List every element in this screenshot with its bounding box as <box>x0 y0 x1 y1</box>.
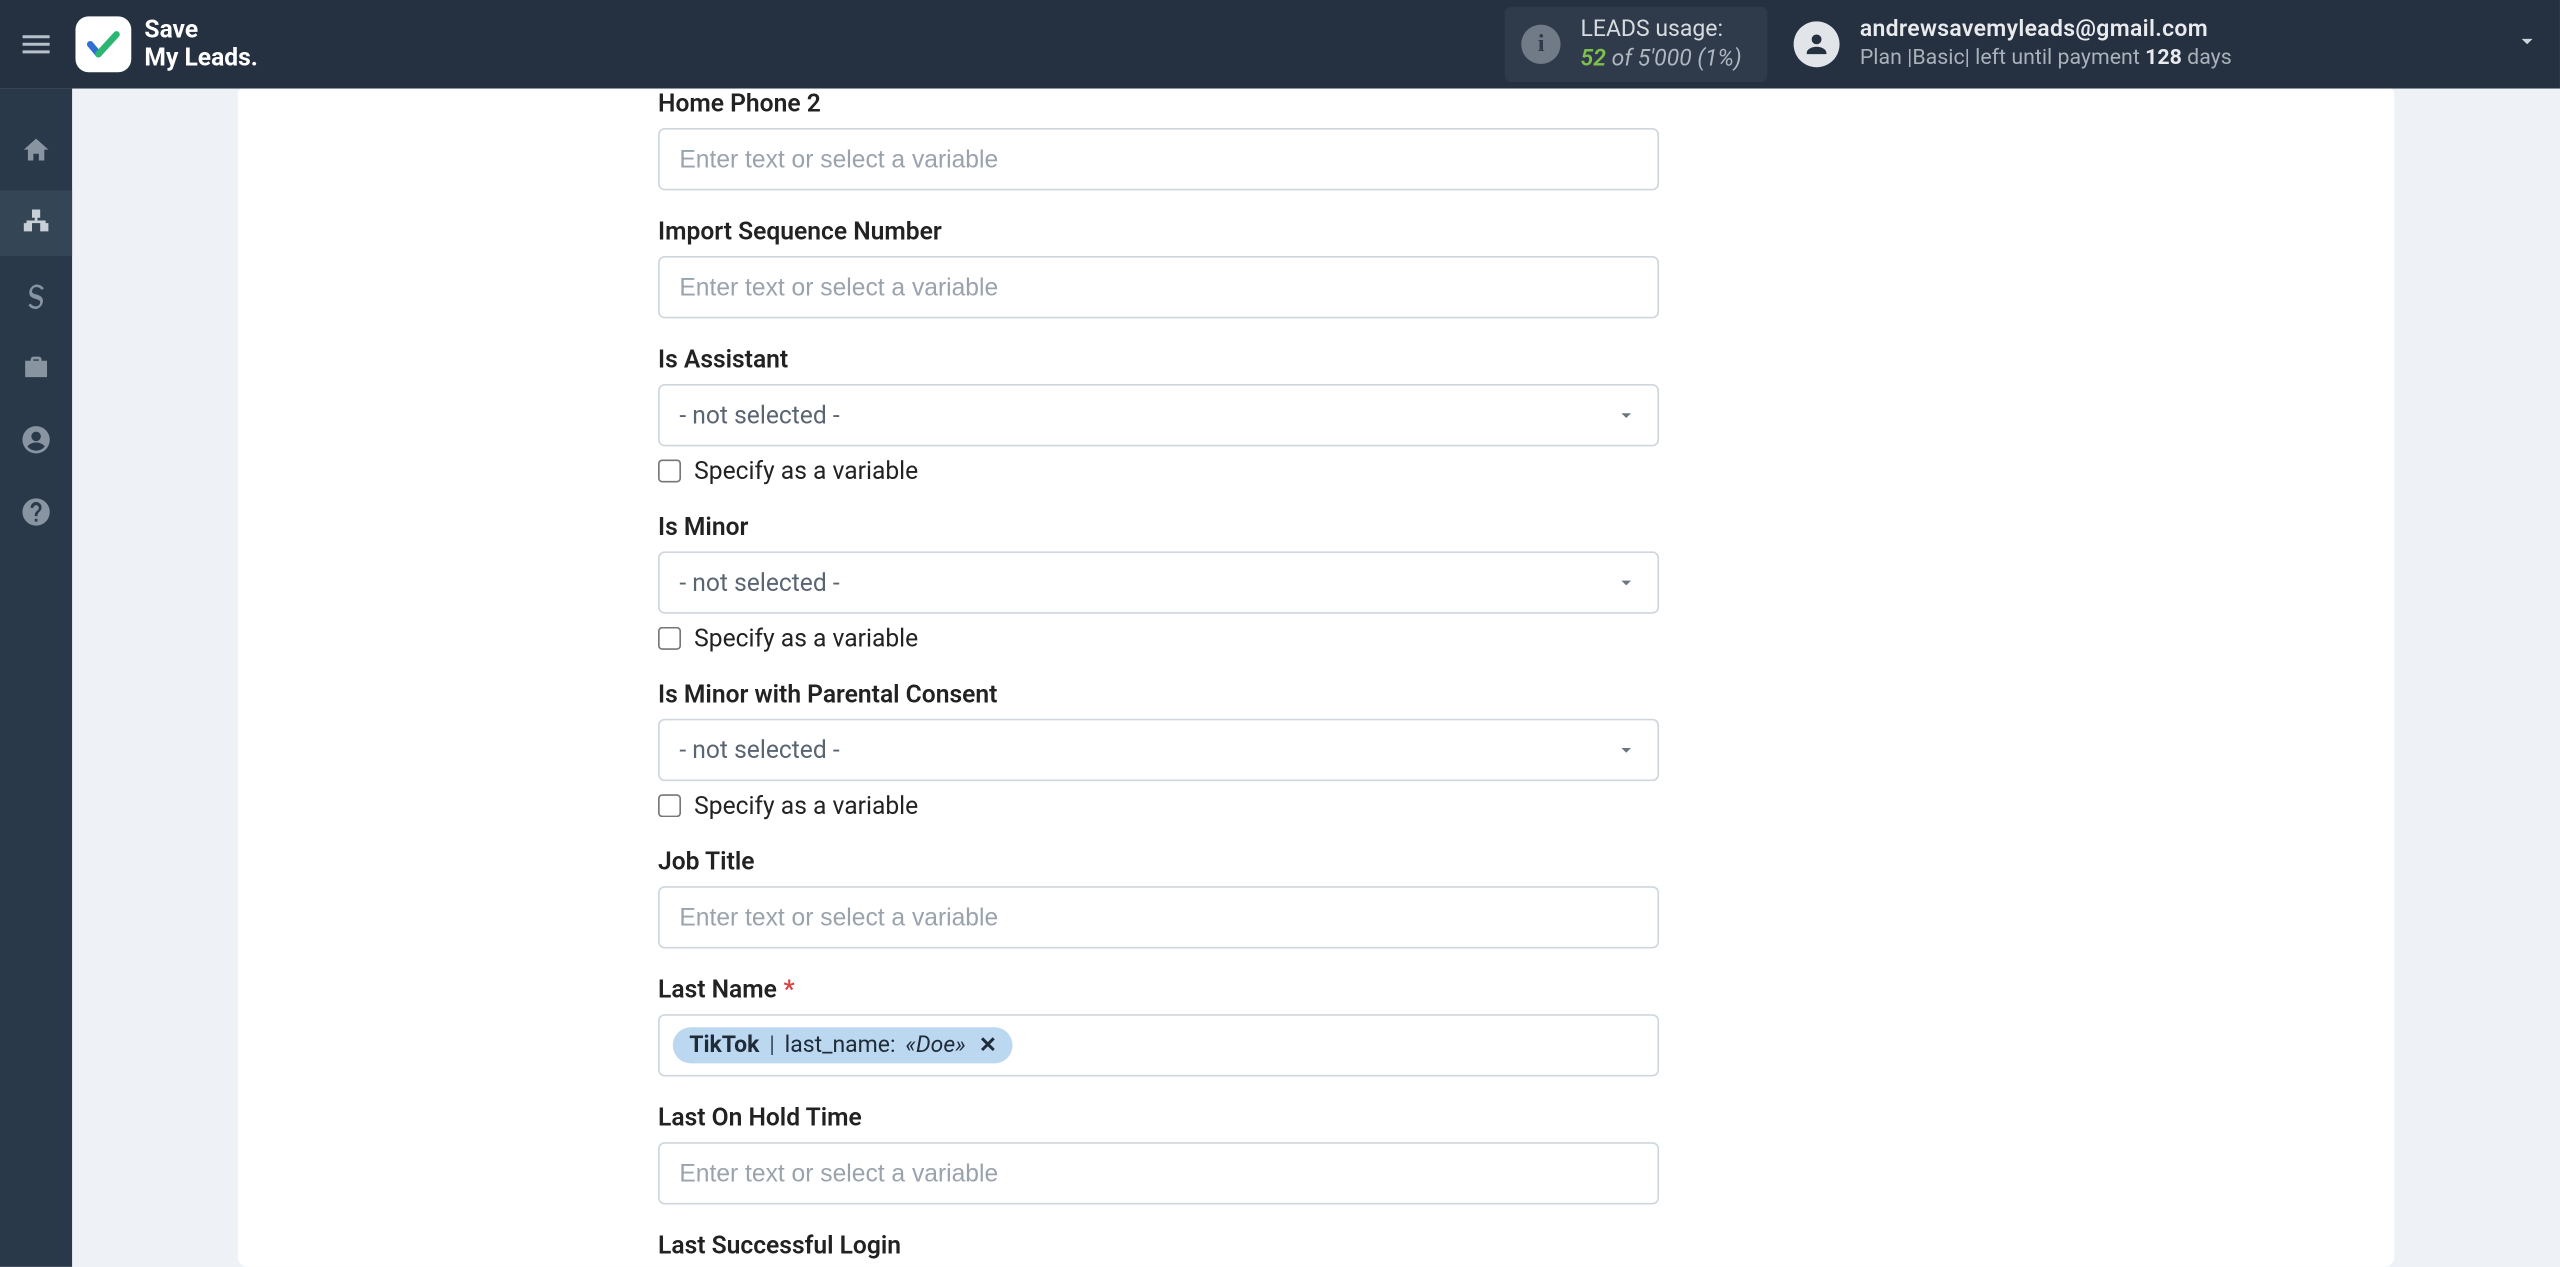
sidebar-item-help[interactable] <box>0 479 72 545</box>
input-last-on-hold[interactable] <box>658 1142 1659 1204</box>
user-menu[interactable]: andrewsavemyleads@gmail.com Plan |Basic|… <box>1794 16 2540 74</box>
checkbox-row-is-minor-consent-var[interactable]: Specify as a variable <box>658 791 1659 821</box>
variable-pill-sep: | <box>769 1032 775 1058</box>
checkbox-row-is-minor-var[interactable]: Specify as a variable <box>658 624 1659 654</box>
sidebar-item-connections[interactable] <box>0 190 72 256</box>
label-is-minor: Is Minor <box>658 512 1659 542</box>
checkbox-is-assistant-var[interactable] <box>658 459 681 482</box>
menu-toggle-button[interactable] <box>0 0 72 89</box>
label-is-assistant: Is Assistant <box>658 345 1659 375</box>
label-last-on-hold: Last On Hold Time <box>658 1103 1659 1133</box>
checkbox-is-assistant-var-label: Specify as a variable <box>694 456 918 486</box>
checkmark-icon <box>84 25 123 64</box>
variable-pill-last-name[interactable]: TikTok | last_name: «Doe» ✕ <box>673 1027 1013 1063</box>
sidebar-item-account[interactable] <box>0 407 72 473</box>
content-area: Home Phone 2 Import Sequence Number Is A… <box>72 89 2560 1267</box>
input-last-name[interactable]: TikTok | last_name: «Doe» ✕ <box>658 1014 1659 1076</box>
user-text: andrewsavemyleads@gmail.com Plan |Basic|… <box>1860 16 2232 74</box>
sidebar <box>0 89 72 1267</box>
leads-of-word: of <box>1612 46 1638 72</box>
leads-usage-box[interactable]: i LEADS usage: 52 of 5'000 (1%) <box>1505 6 1768 82</box>
sidebar-item-briefcase[interactable] <box>0 335 72 401</box>
home-icon <box>20 135 53 168</box>
leads-usage-text: LEADS usage: 52 of 5'000 (1%) <box>1581 14 1742 74</box>
field-is-assistant: Is Assistant - not selected - Specify as… <box>658 345 1659 486</box>
label-last-name: Last Name* <box>658 975 1659 1005</box>
select-is-assistant-value: - not selected - <box>679 400 839 430</box>
leads-usage-label: LEADS usage: <box>1581 14 1742 44</box>
variable-pill-source: TikTok <box>689 1032 759 1058</box>
label-is-minor-consent: Is Minor with Parental Consent <box>658 679 1659 709</box>
field-home-phone-2: Home Phone 2 <box>658 89 1659 191</box>
input-home-phone-2[interactable] <box>658 128 1659 190</box>
app-header: Save My Leads. i LEADS usage: 52 of 5'00… <box>0 0 2560 89</box>
variable-pill-key: last_name: <box>785 1032 896 1058</box>
user-menu-chevron[interactable] <box>2514 28 2540 61</box>
question-icon <box>20 496 53 529</box>
required-asterisk: * <box>783 975 794 1005</box>
checkbox-is-minor-var[interactable] <box>658 627 681 650</box>
user-circle-icon <box>20 423 53 456</box>
leads-pct: (1%) <box>1697 46 1741 72</box>
input-import-seq[interactable] <box>658 256 1659 318</box>
chevron-down-icon <box>1615 571 1638 594</box>
briefcase-icon <box>20 351 53 384</box>
chevron-down-icon <box>2514 28 2540 54</box>
field-job-title: Job Title <box>658 847 1659 949</box>
field-last-login: Last Successful Login <box>658 1231 1659 1261</box>
leads-used-value: 52 <box>1581 46 1606 72</box>
checkbox-row-is-assistant-var[interactable]: Specify as a variable <box>658 456 1659 486</box>
variable-pill-example: «Doe» <box>905 1032 965 1058</box>
select-is-minor-consent[interactable]: - not selected - <box>658 719 1659 781</box>
field-is-minor: Is Minor - not selected - Specify as a v… <box>658 512 1659 653</box>
hamburger-icon <box>18 26 54 62</box>
form-column: Home Phone 2 Import Sequence Number Is A… <box>658 89 1659 1261</box>
user-icon <box>1802 30 1832 60</box>
logo[interactable]: Save My Leads. <box>75 16 257 73</box>
avatar <box>1794 21 1840 67</box>
leads-total-value: 5'000 <box>1638 46 1692 72</box>
user-plan: Plan |Basic| left until payment 128 days <box>1860 45 2232 73</box>
label-home-phone-2: Home Phone 2 <box>658 89 1659 119</box>
leads-usage-values: 52 of 5'000 (1%) <box>1581 44 1742 74</box>
info-icon: i <box>1521 25 1560 64</box>
label-import-seq: Import Sequence Number <box>658 217 1659 247</box>
select-is-minor-consent-value: - not selected - <box>679 735 839 765</box>
chevron-down-icon <box>1615 738 1638 761</box>
sidebar-item-billing[interactable] <box>0 263 72 329</box>
select-is-assistant[interactable]: - not selected - <box>658 384 1659 446</box>
app-body: Home Phone 2 Import Sequence Number Is A… <box>0 89 2560 1267</box>
select-is-minor[interactable]: - not selected - <box>658 551 1659 613</box>
chevron-down-icon <box>1615 404 1638 427</box>
label-job-title: Job Title <box>658 847 1659 877</box>
sitemap-icon <box>20 207 53 240</box>
checkbox-is-minor-consent-var[interactable] <box>658 794 681 817</box>
select-is-minor-value: - not selected - <box>679 568 839 598</box>
logo-mark <box>75 16 131 72</box>
form-card: Home Phone 2 Import Sequence Number Is A… <box>238 89 2394 1267</box>
field-last-on-hold: Last On Hold Time <box>658 1103 1659 1205</box>
sidebar-item-home[interactable] <box>0 118 72 184</box>
user-email: andrewsavemyleads@gmail.com <box>1860 16 2232 46</box>
logo-text: Save My Leads. <box>144 16 257 73</box>
variable-pill-remove[interactable]: ✕ <box>979 1033 997 1058</box>
dollar-icon <box>20 279 53 312</box>
field-is-minor-consent: Is Minor with Parental Consent - not sel… <box>658 679 1659 820</box>
checkbox-is-minor-var-label: Specify as a variable <box>694 624 918 654</box>
input-job-title[interactable] <box>658 886 1659 948</box>
checkbox-is-minor-consent-var-label: Specify as a variable <box>694 791 918 821</box>
field-last-name: Last Name* TikTok | last_name: «Doe» ✕ <box>658 975 1659 1077</box>
label-last-login: Last Successful Login <box>658 1231 1659 1261</box>
field-import-seq: Import Sequence Number <box>658 217 1659 319</box>
